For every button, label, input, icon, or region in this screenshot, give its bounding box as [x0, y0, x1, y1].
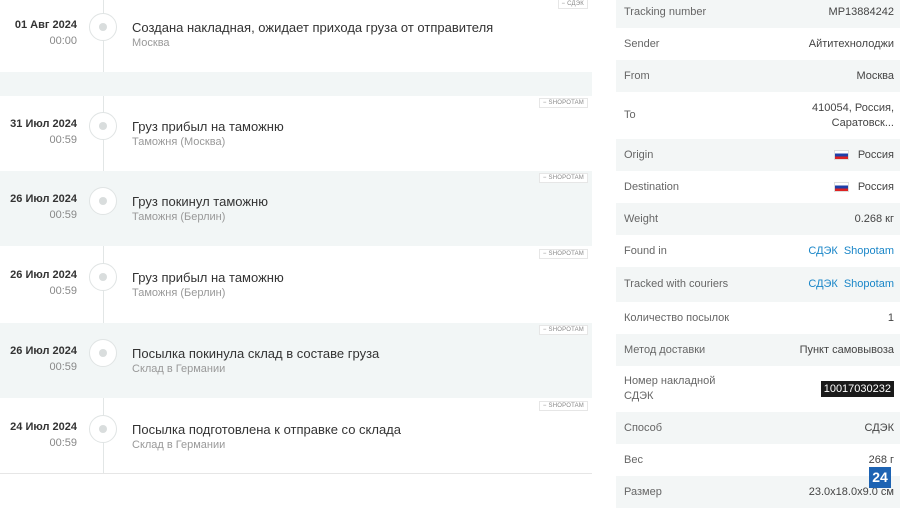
carrier-badge: − СДЭК — [557, 0, 588, 9]
event-time: 00:59 — [49, 209, 77, 221]
weight-value: 0.268 кг — [854, 212, 894, 225]
event-time: 00:59 — [49, 437, 77, 449]
info-label: Номер накладной СДЭК — [624, 375, 716, 402]
info-label: Found in — [624, 244, 667, 257]
to-value-line2: Саратовск... — [831, 116, 894, 129]
info-row-size: Размер 23.0x18.0x9.0 см — [616, 476, 900, 508]
method-value: СДЭК — [864, 421, 894, 434]
info-row-parcel-count: Количество посылок 1 — [616, 302, 900, 334]
info-row-tracking-number: Tracking number MP13884242 — [616, 0, 900, 28]
event-time: 00:00 — [49, 35, 77, 47]
event-title: Создана накладная, ожидает прихода груза… — [132, 20, 494, 35]
info-label: Вес — [624, 453, 643, 466]
info-row-method: Способ СДЭК — [616, 412, 900, 444]
info-label: Origin — [624, 148, 654, 161]
parcel-count-value: 1 — [887, 311, 894, 324]
info-label: Destination — [624, 180, 680, 193]
timeline-event: 01 Авг 2024 00:00 Создана накладная, ожи… — [0, 0, 592, 72]
info-row-destination: Destination Россия — [616, 171, 900, 203]
carrier-badge: − SHOPOTAM — [538, 325, 588, 335]
info-label: Метод доставки — [624, 343, 706, 356]
event-title: Груз прибыл на таможню — [132, 119, 284, 134]
to-value: 410054, Россия, Саратовск... — [812, 101, 894, 131]
info-row-tracked-with: Tracked with couriers СДЭК Shopotam — [616, 267, 900, 302]
timeline-event: 26 Июл 2024 00:59 Груз прибыл на таможню… — [0, 247, 592, 322]
event-time: 00:59 — [49, 134, 77, 146]
watermark-logo: 24 — [869, 467, 891, 488]
event-dot-icon — [89, 112, 117, 140]
info-label: Количество посылок — [624, 311, 730, 324]
shipment-info-panel: Tracking number MP13884242 Sender Айтите… — [616, 0, 900, 508]
info-label: Tracking number — [624, 5, 707, 18]
event-dot-icon — [89, 339, 117, 367]
timeline-bottom-border — [0, 473, 592, 474]
event-date: 26 Июл 2024 — [10, 345, 77, 357]
russia-flag-icon — [833, 181, 849, 192]
info-label: Sender — [624, 37, 660, 50]
info-row-sender: Sender Айтитехнолоджи — [616, 28, 900, 60]
event-location: Склад в Германии — [132, 363, 226, 375]
delivery-method-value: Пункт самовывоза — [799, 343, 894, 356]
carrier-link-shopotam[interactable]: Shopotam — [844, 245, 894, 257]
event-title: Посылка подготовлена к отправке со склад… — [132, 422, 402, 437]
info-row-weight: Weight 0.268 кг — [616, 203, 900, 235]
carrier-badge: − SHOPOTAM — [538, 249, 588, 259]
event-location: Склад в Германии — [132, 439, 226, 451]
event-title: Груз прибыл на таможню — [132, 270, 284, 285]
info-label: Tracked with couriers — [624, 278, 729, 290]
info-row-found-in: Found in СДЭК Shopotam — [616, 235, 900, 267]
event-date: 26 Июл 2024 — [10, 193, 77, 205]
event-dot-icon — [89, 187, 117, 215]
event-date: 24 Июл 2024 — [10, 421, 77, 433]
info-row-from: From Москва — [616, 60, 900, 92]
info-row-to: To 410054, Россия, Саратовск... — [616, 92, 900, 139]
info-row-waybill: Номер накладной СДЭК 10017030232 — [616, 366, 900, 412]
info-row-origin: Origin Россия — [616, 139, 900, 171]
timeline-event: 26 Июл 2024 00:59 Посылка покинула склад… — [0, 323, 592, 398]
event-location: Москва — [132, 37, 170, 49]
event-time: 00:59 — [49, 361, 77, 373]
info-label: Размер — [624, 485, 662, 498]
event-dot-icon — [89, 13, 117, 41]
info-label: From — [624, 69, 650, 82]
russia-flag-icon — [833, 149, 849, 160]
courier-link-shopotam[interactable]: Shopotam — [844, 278, 894, 290]
carrier-badge: − SHOPOTAM — [538, 401, 588, 411]
event-title: Груз покинул таможню — [132, 194, 268, 209]
info-row-delivery-method: Метод доставки Пункт самовывоза — [616, 334, 900, 366]
event-location: Таможня (Берлин) — [132, 211, 226, 223]
timeline-gap — [0, 72, 592, 96]
carrier-badge: − SHOPOTAM — [538, 98, 588, 108]
info-label: To — [624, 109, 636, 121]
timeline-event: 31 Июл 2024 00:59 Груз прибыл на таможню… — [0, 96, 592, 171]
destination-value: Россия — [833, 180, 894, 195]
to-value-line1: 410054, Россия, — [812, 101, 894, 114]
event-title: Посылка покинула склад в составе груза — [132, 346, 380, 361]
carrier-link-cdek[interactable]: СДЭК — [808, 245, 837, 257]
timeline-event: 26 Июл 2024 00:59 Груз покинул таможню Т… — [0, 171, 592, 246]
info-label: Способ — [624, 421, 663, 434]
event-date: 01 Авг 2024 — [14, 19, 77, 31]
waybill-number-value[interactable]: 10017030232 — [820, 380, 894, 397]
info-row-weight-grams: Вес 268 г — [616, 444, 900, 476]
weight-grams-value: 268 г — [868, 453, 894, 466]
event-date: 26 Июл 2024 — [10, 269, 77, 281]
tracking-number-value: MP13884242 — [828, 5, 894, 18]
event-dot-icon — [89, 263, 117, 291]
event-time: 00:59 — [49, 285, 77, 297]
carrier-badge: − SHOPOTAM — [538, 173, 588, 183]
event-date: 31 Июл 2024 — [10, 118, 77, 130]
courier-link-cdek[interactable]: СДЭК — [808, 278, 837, 290]
tracking-timeline: 01 Авг 2024 00:00 Создана накладная, ожи… — [0, 0, 592, 500]
found-in-value: СДЭК Shopotam — [802, 244, 894, 259]
from-value: Москва — [856, 69, 894, 82]
event-location: Таможня (Берлин) — [132, 287, 226, 299]
event-location: Таможня (Москва) — [132, 136, 226, 148]
info-label: Weight — [624, 212, 659, 225]
sender-value: Айтитехнолоджи — [808, 37, 894, 50]
timeline-event: 24 Июл 2024 00:59 Посылка подготовлена к… — [0, 399, 592, 474]
origin-value: Россия — [833, 148, 894, 163]
event-dot-icon — [89, 415, 117, 443]
tracked-with-value: СДЭК Shopotam — [802, 277, 894, 292]
